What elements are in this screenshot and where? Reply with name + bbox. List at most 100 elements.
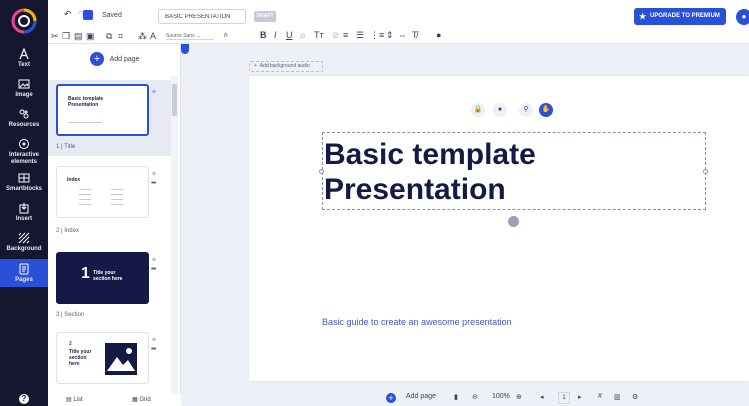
rail-item-label: Interactive elements [8,152,39,165]
presentation-title-input[interactable] [158,9,246,24]
lock-icon[interactable]: ▣ [86,31,95,42]
rail-item-background[interactable]: Background [0,232,48,253]
rail-item-interactive[interactable]: Interactive elements [0,138,48,166]
underline-icon[interactable]: U [286,30,293,40]
saved-status: Saved [102,12,122,19]
upgrade-button[interactable]: ★ UPGRADE TO PREMIUM [634,8,726,25]
cut-icon[interactable]: ✂ [51,31,59,42]
tab-grid[interactable]: ▦ Grid [132,396,151,403]
font-select[interactable]: Source Sans ... [166,33,214,40]
thumb-number: 1 [81,265,90,282]
rail-item-label: Insert [15,216,33,222]
image-placeholder-icon [105,343,137,375]
help-icon[interactable]: ? [19,394,29,404]
rotate-handle-icon[interactable] [508,216,519,227]
rail-item-resources[interactable]: Resources [0,108,48,129]
add-page-plus-icon[interactable]: + [386,393,396,403]
rail-item-smartblocks[interactable]: Smartblocks [0,172,48,193]
slide-thumbnail[interactable]: 1 Title your section here ✧ ••• 3 | Sect… [48,248,171,324]
zoom-in-icon[interactable]: ⊕ [516,393,522,401]
magic-icon[interactable]: ✧ [151,336,157,344]
magic-icon[interactable]: ✧ [151,170,157,178]
list-number-icon[interactable]: ⋮≡ [370,30,384,41]
next-page-icon[interactable]: ▸ [578,393,582,401]
rail-item-label: Smartblocks [5,186,42,192]
slide-label: 2 | Index [56,228,79,234]
magic-icon[interactable]: ✧ [151,88,157,96]
background-icon [18,232,30,244]
more-icon[interactable]: ••• [151,266,156,273]
rail-item-pages[interactable]: Pages [0,259,48,287]
slide-preview: Index [56,166,149,218]
text-transform-icon[interactable]: Tт [314,30,324,40]
text-color-icon[interactable]: A [150,31,156,41]
slide-subtitle[interactable]: Basic guide to create an awesome present… [322,317,512,327]
insert-icon [19,203,29,214]
save-status-icon [83,10,93,20]
top-bar: ↶ ↷ Saved DRAFT ★ UPGRADE TO PREMIUM ● [48,0,749,30]
rail-item-insert[interactable]: Insert [0,202,48,223]
paste-icon[interactable]: ▤ [74,31,83,42]
slide-canvas[interactable] [249,76,749,381]
magic-icon[interactable]: ✧ [151,256,157,264]
line-height-icon[interactable]: ⇕ [386,30,394,41]
app-logo[interactable] [11,8,37,34]
prev-page-icon[interactable]: ◂ [540,393,544,401]
scrollbar-thumb[interactable] [172,84,177,116]
more-icon[interactable]: ••• [151,180,156,187]
slides-panel: + Add page Basic template Presentation ✧… [48,44,181,406]
interactivity-icon[interactable]: ✋ [539,103,553,117]
layout-icon[interactable]: ▥ [614,393,621,401]
pin-icon[interactable] [181,44,189,54]
rail-item-label: Pages [15,277,33,283]
format-toolbar: ✂ ❐ ▤ ▣ ⧉ ⌗ ⁂ A Source Sans ... ℎ B I U … [48,30,749,44]
add-page-bottom-button[interactable]: Add page [406,393,436,400]
spacing-icon[interactable]: ⇔ [398,30,407,40]
avatar[interactable]: ● [736,9,749,25]
settings-icon[interactable]: ⚙ [632,393,638,401]
rail-item-label: Background [6,246,42,252]
rail-item-image[interactable]: Image [0,78,48,99]
thumb-title: Basic template Presentation [68,96,104,108]
slide-preview: Basic template Presentation [56,84,149,136]
list-bullet-icon[interactable]: ☰ [356,30,364,41]
crop-icon[interactable]: ⌗ [118,31,123,42]
undo-icon[interactable]: ↶ [64,9,72,20]
layer-icon[interactable]: ⧉ [106,31,112,42]
link-icon[interactable]: ⚲ [519,103,533,117]
slide-thumbnail[interactable]: Basic template Presentation ✧ 1 | Title [48,80,171,156]
italic-icon[interactable]: I [274,30,277,40]
add-page-button[interactable]: + Add page [90,52,140,66]
rail-item-label: Image [15,92,33,98]
copy-icon[interactable]: ❐ [62,31,70,42]
link-icon[interactable]: ⌀ [300,30,305,41]
grid-icon[interactable]: # [598,393,602,400]
resources-icon [19,109,29,119]
page-number-input[interactable]: 1 [558,392,570,404]
slide-thumbnail[interactable]: 2 Title your section here ✧ ••• [48,328,171,388]
clear-format-icon[interactable]: ⊘ [332,30,340,41]
zoom-out-icon[interactable]: ⊖ [472,393,478,401]
plus-icon: + [90,52,104,66]
upgrade-label: UPGRADE TO PREMIUM [650,13,720,19]
remove-format-icon[interactable]: T̸ [412,30,418,40]
slide-title[interactable]: Basic template Presentation [324,137,704,207]
effects-icon[interactable]: ⁂ [138,31,147,42]
slide-thumbnail[interactable]: Index ✧ ••• 2 | Index [48,162,171,238]
rail-item-text[interactable]: Text [0,48,48,69]
bold-icon[interactable]: B [260,30,267,40]
bottom-controls: + Add page ▮ ⊖ 100% ⊕ ◂ 1 ▸ # ▥ ⚙ [382,392,656,406]
tab-list[interactable]: ▤ List [66,396,83,403]
add-page-label: Add page [109,55,140,63]
more-icon[interactable]: ••• [151,346,156,353]
font-size-icon[interactable]: ℎ [224,32,228,39]
animation-icon[interactable]: ● [436,30,441,40]
add-background-audio-button[interactable]: + Add background audio [249,61,323,72]
panel-scrollbar[interactable] [171,76,178,396]
star-icon: ★ [639,12,647,21]
lock-icon[interactable]: 🔒 [471,103,485,117]
animation-icon[interactable]: ● [493,103,507,117]
trash-icon[interactable]: ▮ [454,393,458,401]
thumb-title: Index [67,177,81,183]
align-icon[interactable]: ≡ [343,30,348,40]
